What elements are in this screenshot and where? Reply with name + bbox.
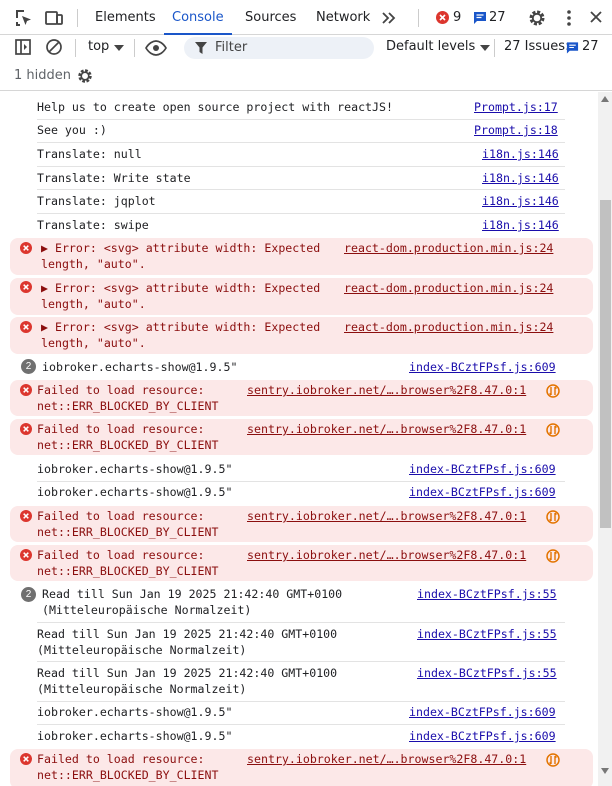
devtools-tab-bar: Elements Console Sources Network 9 27 (0, 0, 612, 35)
network-request-icon[interactable] (546, 510, 560, 524)
source-link[interactable]: index-BCztFPsf.js:55 (417, 626, 557, 642)
source-link[interactable]: index-BCztFPsf.js:609 (409, 728, 556, 744)
settings-gear-icon[interactable] (527, 8, 547, 28)
divider (37, 622, 565, 623)
message-count[interactable]: 27 (489, 0, 506, 35)
filter-funnel-icon (195, 42, 207, 54)
source-link[interactable]: sentry.iobroker.net/….browser%2F8.47.0:1 (247, 421, 526, 437)
network-request-icon[interactable] (546, 384, 560, 398)
divider (75, 39, 76, 57)
source-link[interactable]: i18n.js:146 (482, 193, 559, 209)
device-toolbar-icon[interactable] (44, 8, 64, 28)
filter-placeholder: Filter (215, 40, 248, 55)
scroll-down-arrow-icon[interactable] (601, 768, 609, 774)
divider (37, 661, 565, 662)
divider (134, 39, 135, 57)
source-link[interactable]: react-dom.production.min.js:24 (344, 240, 553, 256)
source-link[interactable]: Prompt.js:17 (474, 99, 558, 115)
divider (37, 213, 565, 214)
tab-network[interactable]: Network (316, 0, 370, 35)
source-link[interactable]: i18n.js:146 (482, 146, 559, 162)
network-request-icon[interactable] (546, 753, 560, 767)
divider (37, 724, 565, 725)
source-link[interactable]: index-BCztFPsf.js:55 (417, 665, 557, 681)
error-icon (20, 242, 32, 254)
close-icon[interactable] (588, 9, 604, 25)
tab-elements[interactable]: Elements (95, 0, 156, 35)
divider (494, 39, 495, 57)
error-icon (20, 423, 32, 435)
sidebar-toggle-icon[interactable] (14, 38, 32, 56)
source-link[interactable]: i18n.js:146 (482, 170, 559, 186)
error-icon (20, 549, 32, 561)
issues-count[interactable]: 27 (582, 39, 599, 54)
error-icon (20, 384, 32, 396)
log-levels-select[interactable]: Default levels (386, 39, 475, 54)
tab-sources[interactable]: Sources (245, 0, 296, 35)
hidden-count-label: 1 hidden (14, 68, 71, 83)
issues-message-icon[interactable] (566, 41, 579, 54)
error-icon (20, 753, 32, 765)
context-select[interactable]: top (88, 39, 109, 54)
source-link[interactable]: Prompt.js:18 (474, 122, 558, 138)
tab-console[interactable]: Console (164, 0, 232, 35)
divider (77, 9, 78, 27)
inspect-element-icon[interactable] (14, 8, 34, 28)
error-count-icon[interactable] (436, 11, 449, 24)
source-link[interactable]: sentry.iobroker.net/….browser%2F8.47.0:1 (247, 382, 526, 398)
source-link[interactable]: react-dom.production.min.js:24 (344, 319, 553, 335)
live-expression-eye-icon[interactable] (145, 39, 167, 57)
divider (37, 119, 565, 120)
divider (418, 9, 419, 27)
more-options-icon[interactable] (559, 8, 579, 28)
dropdown-arrow-icon[interactable] (114, 44, 124, 52)
more-tabs-chevron-icon[interactable] (380, 9, 398, 27)
console-messages: Help us to create open source project wi… (0, 92, 598, 786)
scroll-up-arrow-icon[interactable] (601, 96, 609, 102)
divider (37, 166, 565, 167)
source-link[interactable]: index-BCztFPsf.js:609 (409, 359, 556, 375)
repeat-count-badge: 2 (21, 587, 36, 602)
console-settings-gear-icon[interactable] (76, 67, 94, 85)
source-link[interactable]: sentry.iobroker.net/….browser%2F8.47.0:1 (247, 508, 526, 524)
divider (37, 481, 565, 482)
error-icon (20, 510, 32, 522)
divider (37, 142, 565, 143)
source-link[interactable]: i18n.js:146 (482, 217, 559, 233)
dropdown-arrow-icon[interactable] (480, 44, 490, 52)
message-count-icon[interactable] (473, 11, 487, 24)
network-request-icon[interactable] (546, 549, 560, 563)
source-link[interactable]: index-BCztFPsf.js:609 (409, 484, 556, 500)
network-request-icon[interactable] (546, 423, 560, 437)
source-link[interactable]: react-dom.production.min.js:24 (344, 280, 553, 296)
repeat-count-badge: 2 (21, 359, 36, 374)
console-status-row: 1 hidden (0, 61, 612, 91)
source-link[interactable]: index-BCztFPsf.js:609 (409, 704, 556, 720)
source-link[interactable]: sentry.iobroker.net/….browser%2F8.47.0:1 (247, 547, 526, 563)
issues-label[interactable]: 27 Issues: (504, 39, 569, 54)
scrollbar-thumb[interactable] (600, 200, 611, 528)
error-count[interactable]: 9 (453, 0, 461, 35)
divider (37, 701, 565, 702)
clear-console-icon[interactable] (45, 38, 63, 56)
filter-input[interactable]: Filter (184, 37, 374, 59)
source-link[interactable]: sentry.iobroker.net/….browser%2F8.47.0:1 (247, 751, 526, 767)
error-icon (20, 281, 32, 293)
console-toolbar: top Filter Default levels 27 Issues: 27 (0, 35, 612, 61)
error-icon (20, 321, 32, 333)
source-link[interactable]: index-BCztFPsf.js:55 (417, 586, 557, 602)
divider (37, 189, 565, 190)
source-link[interactable]: index-BCztFPsf.js:609 (409, 461, 556, 477)
